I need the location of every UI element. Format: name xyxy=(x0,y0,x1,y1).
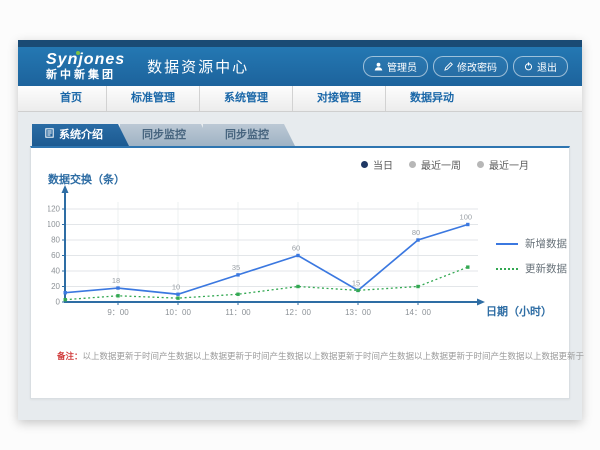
chart-card: 当日 最近一周 最近一月 0 20 40 60 80 100 120 9：00 10：00 11：… xyxy=(30,146,570,399)
svg-text:60: 60 xyxy=(51,251,60,260)
svg-text:100: 100 xyxy=(48,220,61,229)
main-nav: 首页 标准管理 系统管理 对接管理 数据异动 xyxy=(18,86,582,112)
svg-text:10：00: 10：00 xyxy=(165,308,191,317)
filter-last-month-label: 最近一月 xyxy=(489,157,529,172)
filter-last-month[interactable]: 最近一月 xyxy=(477,157,529,172)
logo-accent-dot xyxy=(76,51,80,55)
tab-system-intro-label: 系统介绍 xyxy=(59,124,103,146)
filter-last-week-label: 最近一周 xyxy=(421,157,461,172)
page-title: 数据资源中心 xyxy=(147,56,249,77)
svg-text:12：00: 12：00 xyxy=(285,308,311,317)
change-password-label: 修改密码 xyxy=(457,59,497,74)
filter-last-week[interactable]: 最近一周 xyxy=(409,157,461,172)
tab-system-intro[interactable]: 系统介绍 xyxy=(32,124,129,146)
radio-unselected-icon xyxy=(477,161,484,168)
svg-text:0: 0 xyxy=(56,298,61,307)
nav-item-system-mgmt[interactable]: 系统管理 xyxy=(200,86,293,111)
nav-item-data-change[interactable]: 数据异动 xyxy=(386,86,478,111)
exchange-line-chart: 0 20 40 60 80 100 120 9：00 10：00 11：00 12：00 13：00 1… xyxy=(48,172,568,322)
footnote: 备注：以上数据更新于时间产生数据以上数据更新于时间产生数据以上数据更新于时间产生… xyxy=(57,350,584,362)
header-actions: 管理员 修改密码 退出 xyxy=(363,56,568,77)
svg-text:60: 60 xyxy=(292,244,300,253)
svg-text:日期（小时）: 日期（小时） xyxy=(486,304,552,318)
document-icon xyxy=(45,124,54,146)
legend-update-data-label: 更新数据 xyxy=(525,261,567,276)
svg-text:15: 15 xyxy=(352,278,360,287)
svg-text:40: 40 xyxy=(51,267,60,276)
dotted-line-icon xyxy=(496,268,518,270)
nav-item-home[interactable]: 首页 xyxy=(36,86,107,111)
change-password-button[interactable]: 修改密码 xyxy=(433,56,508,77)
legend-new-data-label: 新增数据 xyxy=(525,236,567,251)
svg-text:14：00: 14：00 xyxy=(405,308,431,317)
admin-user-button[interactable]: 管理员 xyxy=(363,56,428,77)
logout-label: 退出 xyxy=(537,59,557,74)
logo-wordmark: Synjones xyxy=(46,52,125,68)
time-range-filters: 当日 最近一周 最近一月 xyxy=(361,157,529,172)
svg-text:10: 10 xyxy=(172,282,180,291)
svg-text:11：00: 11：00 xyxy=(225,308,251,317)
svg-text:9：00: 9：00 xyxy=(107,308,129,317)
power-icon xyxy=(524,62,533,71)
solid-line-icon xyxy=(496,243,518,245)
svg-text:80: 80 xyxy=(412,228,420,237)
svg-text:80: 80 xyxy=(51,236,60,245)
tab-sync-monitor-2[interactable]: 同步监控 xyxy=(203,124,295,146)
svg-text:100: 100 xyxy=(460,213,473,222)
filter-today[interactable]: 当日 xyxy=(361,157,393,172)
svg-text:13：00: 13：00 xyxy=(345,308,371,317)
tab-sync-monitor-1[interactable]: 同步监控 xyxy=(120,124,212,146)
app-header: Synjones 新中新集团 数据资源中心 管理员 修改密码 xyxy=(18,47,582,86)
app-window: Synjones 新中新集团 数据资源中心 管理员 修改密码 xyxy=(18,40,582,420)
legend-new-data: 新增数据 xyxy=(496,236,567,251)
user-icon xyxy=(374,62,383,71)
chart-legend: 新增数据 更新数据 xyxy=(496,236,567,286)
nav-item-standard-mgmt[interactable]: 标准管理 xyxy=(107,86,200,111)
footnote-prefix: 备注： xyxy=(57,351,83,361)
filter-today-label: 当日 xyxy=(373,157,393,172)
logout-button[interactable]: 退出 xyxy=(513,56,568,77)
svg-text:35: 35 xyxy=(232,263,240,272)
window-top-strip xyxy=(18,40,582,47)
nav-item-interface-mgmt[interactable]: 对接管理 xyxy=(293,86,386,111)
tab-bar: 系统介绍 同步监控 同步监控 xyxy=(32,124,295,146)
svg-text:20: 20 xyxy=(51,282,60,291)
svg-text:数据交换（条）: 数据交换（条） xyxy=(48,172,125,186)
edit-icon xyxy=(444,62,453,71)
radio-unselected-icon xyxy=(409,161,416,168)
admin-user-label: 管理员 xyxy=(387,59,417,74)
content-area: 系统介绍 同步监控 同步监控 当日 最近一周 最近一月 0204 xyxy=(18,112,582,419)
svg-text:18: 18 xyxy=(112,276,120,285)
footnote-text: 以上数据更新于时间产生数据以上数据更新于时间产生数据以上数据更新于时间产生数据以… xyxy=(83,351,585,361)
logo-company-name: 新中新集团 xyxy=(46,70,125,81)
legend-update-data: 更新数据 xyxy=(496,261,567,276)
radio-selected-icon xyxy=(361,161,368,168)
svg-text:120: 120 xyxy=(48,205,61,214)
company-logo: Synjones 新中新集团 xyxy=(46,52,125,81)
